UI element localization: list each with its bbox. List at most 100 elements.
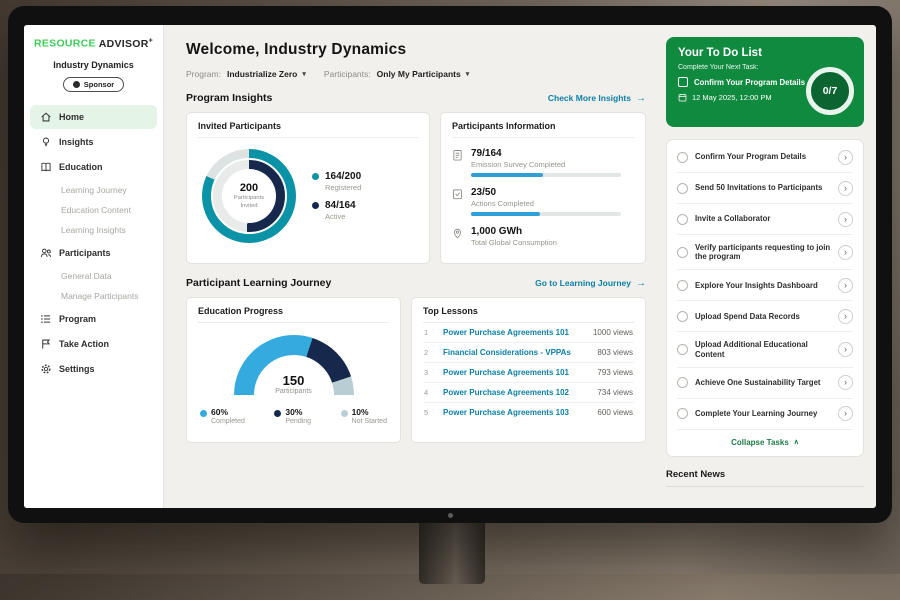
task-chevron-icon[interactable]: › [838, 309, 853, 324]
task-label: Upload Additional Educational Content [695, 340, 831, 359]
task-checkbox-icon[interactable] [677, 247, 688, 258]
gauge-center: 150 Participants [234, 373, 354, 395]
task-chevron-icon[interactable]: › [838, 150, 853, 165]
home-icon [40, 111, 52, 123]
card-title: Education Progress [198, 306, 389, 323]
sidebar-item-take-action[interactable]: Take Action [30, 332, 157, 356]
todo-title: Your To Do List [678, 47, 808, 59]
task-checkbox-icon[interactable] [677, 152, 688, 163]
legend-value: 84/164 [325, 200, 356, 211]
lesson-link[interactable]: Power Purchase Agreements 102 [443, 388, 591, 397]
sponsor-badge[interactable]: Sponsor [63, 77, 124, 92]
link-label: Check More Insights [548, 93, 631, 103]
sidebar-sub-label: Learning Insights [61, 225, 126, 235]
progress-bar-track [471, 212, 621, 216]
task-chevron-icon[interactable]: › [838, 245, 853, 260]
survey-icon [452, 149, 463, 161]
sidebar-item-home[interactable]: Home [30, 105, 157, 129]
divider [666, 486, 864, 487]
task-row-send-invitations[interactable]: Send 50 Invitations to Participants › [677, 173, 853, 204]
checkbox-icon[interactable] [678, 77, 688, 87]
task-checkbox-icon[interactable] [677, 214, 688, 225]
lesson-link[interactable]: Power Purchase Agreements 101 [443, 368, 591, 377]
task-label: Explore Your Insights Dashboard [695, 281, 831, 291]
sidebar-sub-label: General Data [61, 271, 112, 281]
task-chevron-icon[interactable]: › [838, 212, 853, 227]
task-row-complete-learning-journey[interactable]: Complete Your Learning Journey › [677, 399, 853, 430]
participants-filter-dropdown[interactable]: Only My Participants ▾ [377, 69, 470, 79]
task-label: Confirm Your Program Details [695, 152, 831, 162]
task-row-invite-collaborator[interactable]: Invite a Collaborator › [677, 204, 853, 235]
info-row-emission-survey: 79/164 Emission Survey Completed [452, 148, 634, 177]
insights-cards-row: Invited Participants 200 Participants In… [186, 112, 646, 264]
go-to-learning-journey-link[interactable]: Go to Learning Journey → [535, 278, 646, 289]
task-row-verify-participants[interactable]: Verify participants requesting to join t… [677, 235, 853, 270]
task-chevron-icon[interactable]: › [838, 375, 853, 390]
invited-donut-wrap: 200 Participants Invited 164/200 Registe [198, 138, 418, 243]
filters-row: Program: Industrialize Zero ▾ Participan… [186, 69, 646, 79]
program-insights-header: Program Insights Check More Insights → [186, 92, 646, 104]
lesson-views: 793 views [597, 368, 633, 377]
lesson-link[interactable]: Power Purchase Agreements 101 [443, 328, 587, 337]
sidebar-item-education-content[interactable]: Education Content [30, 200, 157, 220]
sidebar-item-label: Home [59, 112, 84, 122]
logo-plus: + [149, 37, 153, 44]
chevron-down-icon: ▾ [466, 70, 470, 78]
sidebar-item-program[interactable]: Program [30, 307, 157, 331]
legend-item-pending: 30% Pending [274, 407, 311, 425]
task-checkbox-icon[interactable] [677, 408, 688, 419]
legend-dot-icon [274, 410, 281, 417]
program-filter-label: Program: [186, 69, 221, 79]
lesson-link[interactable]: Financial Considerations - VPPAs [443, 348, 591, 357]
logo-secondary: ADVISOR+ [99, 38, 153, 50]
collapse-tasks-button[interactable]: Collapse Tasks ∧ [677, 430, 853, 451]
top-lessons-card: Top Lessons 1 Power Purchase Agreements … [411, 297, 646, 443]
monitor-power-led [448, 513, 453, 518]
task-row-achieve-target[interactable]: Achieve One Sustainability Target › [677, 368, 853, 399]
invited-count: 200 [240, 182, 258, 194]
participants-filter-label: Participants: [324, 69, 371, 79]
info-row-actions: 23/50 Actions Completed [452, 187, 634, 216]
task-checkbox-icon[interactable] [677, 311, 688, 322]
task-checkbox-icon[interactable] [677, 377, 688, 388]
lesson-link[interactable]: Power Purchase Agreements 103 [443, 408, 591, 417]
education-progress-card: Education Progress 150 Participants 60 [186, 297, 401, 443]
sidebar-item-general-data[interactable]: General Data [30, 266, 157, 286]
sidebar-item-label: Education [59, 162, 103, 172]
sidebar-item-settings[interactable]: Settings [30, 357, 157, 381]
task-chevron-icon[interactable]: › [838, 406, 853, 421]
task-row-upload-educational-content[interactable]: Upload Additional Educational Content › [677, 332, 853, 367]
task-row-upload-spend-data[interactable]: Upload Spend Data Records › [677, 301, 853, 332]
sidebar-item-education[interactable]: Education [30, 155, 157, 179]
sidebar-item-manage-participants[interactable]: Manage Participants [30, 286, 157, 306]
check-more-insights-link[interactable]: Check More Insights → [548, 93, 646, 104]
task-row-explore-insights[interactable]: Explore Your Insights Dashboard › [677, 270, 853, 301]
task-label: Verify participants requesting to join t… [695, 243, 831, 262]
sidebar-item-learning-insights[interactable]: Learning Insights [30, 220, 157, 240]
task-chevron-icon[interactable]: › [838, 181, 853, 196]
collapse-label: Collapse Tasks [731, 438, 789, 447]
monitor-stand [419, 520, 485, 584]
lesson-rank: 5 [424, 408, 437, 417]
take-action-icon [40, 338, 52, 350]
education-gauge-chart: 150 Participants [234, 335, 354, 395]
sidebar-item-learning-journey[interactable]: Learning Journey [30, 180, 157, 200]
todo-due-row: 12 May 2025, 12:00 PM [678, 93, 808, 102]
sidebar-item-participants[interactable]: Participants [30, 241, 157, 265]
task-checkbox-icon[interactable] [677, 344, 688, 355]
task-chevron-icon[interactable]: › [838, 342, 853, 357]
program-filter-dropdown[interactable]: Industrialize Zero ▾ [227, 69, 306, 79]
todo-next-task[interactable]: Confirm Your Program Details [678, 77, 808, 87]
task-checkbox-icon[interactable] [677, 183, 688, 194]
lesson-row: 3 Power Purchase Agreements 101 793 view… [423, 363, 634, 383]
sidebar-item-insights[interactable]: Insights [30, 130, 157, 154]
invited-donut-center: 200 Participants Invited [222, 169, 276, 223]
task-row-confirm-program[interactable]: Confirm Your Program Details › [677, 142, 853, 173]
task-chevron-icon[interactable]: › [838, 278, 853, 293]
learning-journey-title: Participant Learning Journey [186, 277, 331, 289]
task-checkbox-icon[interactable] [677, 280, 688, 291]
arrow-right-icon: → [636, 278, 646, 289]
sidebar-sub-label: Education Content [61, 205, 131, 215]
sponsor-badge-wrap: Sponsor [24, 75, 163, 93]
task-label: Complete Your Learning Journey [695, 409, 831, 419]
